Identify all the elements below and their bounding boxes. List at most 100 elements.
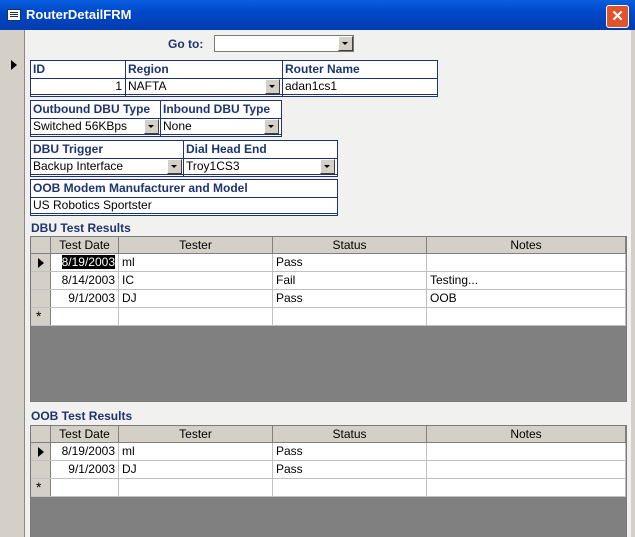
region-box: Region NAFTA [125,60,283,97]
record-selector[interactable] [4,30,25,537]
cell-notes[interactable] [427,254,626,271]
cell-status[interactable]: Pass [273,290,427,307]
outbound-dbu-type-field[interactable]: Switched 56KBps [30,118,161,135]
cell-tester[interactable]: ml [119,443,273,460]
cell-notes[interactable] [427,479,626,496]
outbound-dbu-type-box: Outbound DBU Type Switched 56KBps [30,100,161,137]
header-selector [31,426,51,442]
column-header-tester[interactable]: Tester [119,237,273,253]
goto-combo[interactable] [214,35,354,52]
table-row[interactable]: 9/1/2003 DJ Pass OOB [31,290,626,308]
new-record-row[interactable]: * [31,308,626,326]
row-selector[interactable] [31,254,51,271]
cell-notes[interactable]: Testing... [427,272,626,289]
new-record-icon: * [36,479,42,495]
cell-tester[interactable]: IC [119,272,273,289]
column-header-status[interactable]: Status [273,426,427,442]
cell-tester[interactable]: ml [119,254,273,271]
new-record-icon: * [36,308,42,324]
column-header-test-date[interactable]: Test Date [51,237,119,253]
current-row-icon [38,447,44,457]
cell-status[interactable]: Pass [273,254,427,271]
row-selector[interactable]: * [31,479,51,496]
cell-status[interactable]: Pass [273,443,427,460]
dbu-trigger-label: DBU Trigger [33,142,104,156]
window-title: RouterDetailFRM [26,7,132,22]
inbound-dbu-type-dropdown-button[interactable] [264,119,279,134]
dbu-trigger-dropdown-button[interactable] [167,159,182,174]
current-row-icon [38,258,44,268]
column-header-tester[interactable]: Tester [119,426,273,442]
cell-test-date[interactable]: 8/14/2003 [51,272,119,289]
table-row[interactable]: 8/14/2003 IC Fail Testing... [31,272,626,290]
form-client-area: Go to: ID 1 Region NAFTA Router Name ada… [4,30,631,537]
router-name-label: Router Name [285,62,360,76]
column-header-status[interactable]: Status [273,237,427,253]
dial-head-end-field[interactable]: Troy1CS3 [183,158,338,175]
table-row[interactable]: 9/1/2003 DJ Pass [31,461,626,479]
dbu-trigger-field[interactable]: Backup Interface [30,158,184,175]
cell-test-date[interactable]: 9/1/2003 [51,290,119,307]
table-row[interactable]: 8/19/2003 ml Pass [31,254,626,272]
cell-notes[interactable] [427,461,626,478]
cell-status[interactable]: Fail [273,272,427,289]
oob-results-grid[interactable]: Test Date Tester Status Notes 8/19/2003 … [30,425,627,537]
cell-test-date[interactable]: 8/19/2003 [51,443,119,460]
current-record-icon [11,60,17,70]
column-header-notes[interactable]: Notes [427,237,626,253]
cell-status[interactable] [273,479,427,496]
cell-tester[interactable] [119,308,273,325]
cell-test-date[interactable] [51,479,119,496]
cell-test-date[interactable] [51,308,119,325]
outbound-dbu-type-dropdown-button[interactable] [144,119,159,134]
row-selector[interactable] [31,461,51,478]
title-bar: RouterDetailFRM ✕ [0,0,635,30]
region-label: Region [128,62,169,76]
cell-test-date[interactable]: 8/19/2003 [51,254,119,271]
goto-dropdown-button[interactable] [338,36,353,51]
cell-test-date-value: 8/19/2003 [61,255,115,269]
inbound-dbu-type-label: Inbound DBU Type [163,102,271,116]
cell-status[interactable] [273,308,427,325]
new-record-row[interactable]: * [31,479,626,497]
dbu-results-title: DBU Test Results [31,221,131,235]
cell-tester[interactable]: DJ [119,461,273,478]
dbu-trigger-box: DBU Trigger Backup Interface [30,140,184,177]
row-selector[interactable]: * [31,308,51,325]
oob-results-title: OOB Test Results [31,409,133,423]
dbu-results-grid[interactable]: Test Date Tester Status Notes 8/19/2003 … [30,236,627,402]
table-row[interactable]: 8/19/2003 ml Pass [31,443,626,461]
oob-modem-box: OOB Modem Manufacturer and Model US Robo… [30,179,338,216]
dial-head-end-dropdown-button[interactable] [320,159,335,174]
oob-modem-field[interactable]: US Robotics Sportster [30,197,338,214]
form-icon [7,9,21,21]
column-header-notes[interactable]: Notes [427,426,626,442]
id-field[interactable]: 1 [30,78,126,95]
dial-head-end-box: Dial Head End Troy1CS3 [183,140,338,177]
cell-status[interactable]: Pass [273,461,427,478]
id-label: ID [33,62,45,76]
router-detail-form: Go to: ID 1 Region NAFTA Router Name ada… [25,30,631,537]
outbound-dbu-type-label: Outbound DBU Type [33,102,151,116]
row-selector[interactable] [31,290,51,307]
cell-notes[interactable] [427,308,626,325]
dial-head-end-label: Dial Head End [186,142,267,156]
row-selector[interactable] [31,443,51,460]
cell-test-date[interactable]: 9/1/2003 [51,461,119,478]
oob-modem-label: OOB Modem Manufacturer and Model [33,181,248,195]
region-field[interactable]: NAFTA [125,78,283,95]
id-box: ID 1 [30,60,126,97]
close-button[interactable]: ✕ [606,5,629,28]
header-selector [31,237,51,253]
router-name-field[interactable]: adan1cs1 [282,78,438,95]
cell-notes[interactable] [427,443,626,460]
column-header-test-date[interactable]: Test Date [51,426,119,442]
oob-results-header: Test Date Tester Status Notes [31,426,626,443]
router-name-box: Router Name adan1cs1 [282,60,438,97]
cell-notes[interactable]: OOB [427,290,626,307]
row-selector[interactable] [31,272,51,289]
cell-tester[interactable]: DJ [119,290,273,307]
goto-label: Go to: [168,37,204,51]
cell-tester[interactable] [119,479,273,496]
region-dropdown-button[interactable] [265,79,280,94]
